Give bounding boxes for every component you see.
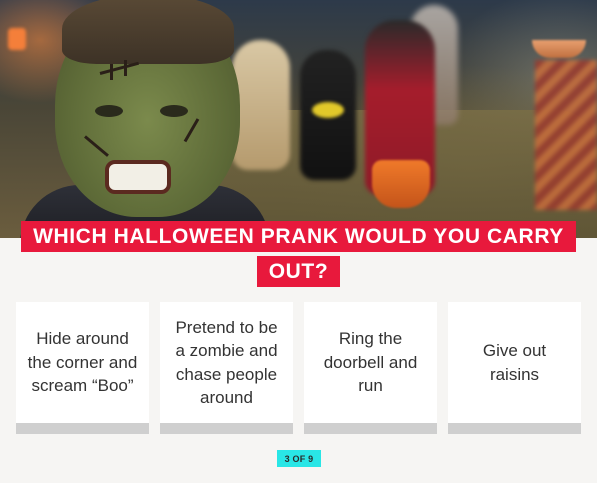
progress-badge: 3 OF 9 bbox=[277, 450, 321, 467]
answer-option-give-raisins[interactable]: Give out raisins bbox=[448, 302, 581, 434]
answer-bar bbox=[304, 423, 437, 434]
answer-list: Hide around the corner and scream “Boo” … bbox=[16, 302, 581, 434]
answer-option-ring-and-run[interactable]: Ring the doorbell and run bbox=[304, 302, 437, 434]
answer-label: Give out raisins bbox=[482, 341, 547, 384]
answer-label: Hide around the corner and scream “Boo” bbox=[27, 329, 138, 396]
question-banner: Which Halloween prank would you carry ou… bbox=[0, 220, 597, 290]
answer-option-zombie-chase[interactable]: Pretend to be a zombie and chase people … bbox=[160, 302, 293, 434]
question-text: Which Halloween prank would you carry ou… bbox=[21, 221, 576, 287]
answer-label: Pretend to be a zombie and chase people … bbox=[175, 317, 278, 408]
answer-bar bbox=[16, 423, 149, 434]
answer-label: Ring the doorbell and run bbox=[323, 329, 418, 396]
answer-bar bbox=[448, 423, 581, 434]
question-photo bbox=[0, 0, 597, 238]
answer-option-hide-and-scream[interactable]: Hide around the corner and scream “Boo” bbox=[16, 302, 149, 434]
answer-bar bbox=[160, 423, 293, 434]
